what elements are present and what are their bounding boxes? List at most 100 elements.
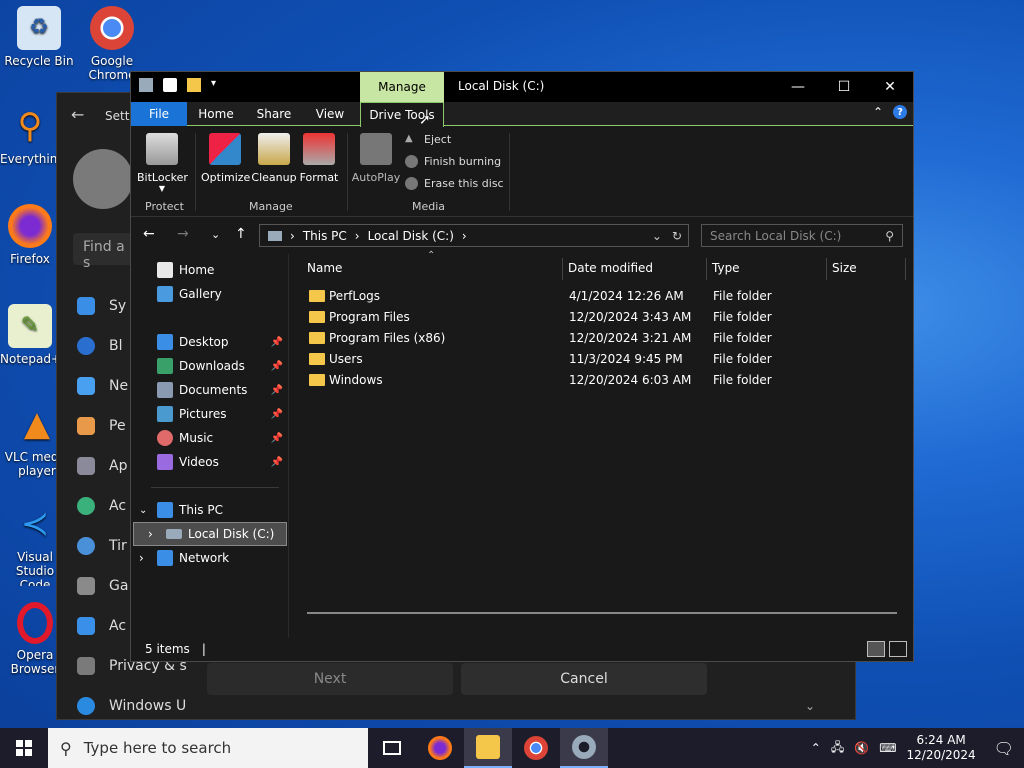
- taskbar-settings[interactable]: [560, 728, 608, 768]
- refresh-icon[interactable]: ↻: [672, 229, 682, 243]
- notifications-icon[interactable]: 🗨: [994, 739, 1014, 758]
- minimize-button[interactable]: —: [775, 72, 821, 102]
- firefox-desktop-icon[interactable]: Firefox: [0, 204, 60, 266]
- taskbar-firefox[interactable]: [416, 728, 464, 768]
- column-header-type[interactable]: Type: [712, 254, 740, 282]
- new-folder-icon[interactable]: [187, 78, 201, 92]
- nav-network[interactable]: › Network: [131, 546, 287, 570]
- chevron-up-icon[interactable]: ⌃: [811, 741, 821, 755]
- table-row[interactable]: Program Files (x86) 12/20/2024 3:21 AM F…: [303, 328, 903, 349]
- settings-nav-accessibility[interactable]: Ac: [77, 611, 126, 641]
- clock[interactable]: 6:24 AM 12/20/2024: [907, 733, 976, 763]
- settings-nav-accounts[interactable]: Ac: [77, 491, 126, 521]
- table-row[interactable]: Windows 12/20/2024 6:03 AM File folder: [303, 370, 903, 391]
- nav-this-pc[interactable]: ⌄ This PC: [131, 498, 287, 522]
- nav-gallery[interactable]: Gallery: [131, 282, 287, 306]
- tab-view[interactable]: View: [307, 102, 353, 126]
- nav-music[interactable]: Music 📌: [131, 426, 287, 450]
- everything-desktop-icon[interactable]: ⚲ Everything: [0, 104, 60, 166]
- nav-pictures[interactable]: Pictures 📌: [131, 402, 287, 426]
- volume-muted-icon[interactable]: 🔇: [854, 741, 869, 755]
- eject-button[interactable]: ▲ Eject: [405, 133, 451, 146]
- settings-nav-gaming[interactable]: Ga: [77, 571, 128, 601]
- tab-home[interactable]: Home: [191, 102, 241, 126]
- settings-nav-time[interactable]: Tir: [77, 531, 127, 561]
- erase-disc-button[interactable]: Erase this disc: [405, 177, 504, 190]
- up-arrow-icon[interactable]: ↑: [235, 226, 247, 242]
- customize-dropdown-icon[interactable]: ▾: [211, 78, 219, 92]
- table-row[interactable]: PerfLogs 4/1/2024 12:26 AM File folder: [303, 286, 903, 307]
- breadcrumb-local-disk[interactable]: Local Disk (C:): [368, 229, 454, 243]
- settings-nav-bluetooth[interactable]: Bl: [77, 331, 123, 361]
- address-dropdown-icon[interactable]: ⌄: [652, 229, 662, 243]
- tab-drive-tools[interactable]: Drive Tools: [360, 102, 444, 127]
- nav-videos[interactable]: Videos 📌: [131, 450, 287, 474]
- sort-ascending-icon: ⌃: [427, 250, 436, 261]
- maximize-button[interactable]: ☐: [821, 72, 867, 102]
- bitlocker-button[interactable]: BitLocker ▼: [137, 133, 188, 193]
- settings-nav-personalization[interactable]: Pe: [77, 411, 126, 441]
- collapsed-chevron-icon[interactable]: ›: [139, 551, 157, 565]
- optimize-button[interactable]: Optimize: [201, 133, 250, 184]
- column-header-name[interactable]: Name: [307, 254, 342, 282]
- address-bar[interactable]: › This PC › Local Disk (C:) › ⌄ ↻: [259, 224, 689, 247]
- pin-icon[interactable]: 📌: [271, 457, 283, 468]
- pin-icon[interactable]: 📌: [271, 361, 283, 372]
- shield-icon: [77, 657, 95, 675]
- expanded-chevron-icon[interactable]: ⌄: [139, 505, 157, 516]
- chevron-down-icon[interactable]: ⌄: [805, 699, 815, 713]
- cleanup-button[interactable]: Cleanup: [251, 133, 297, 184]
- table-row[interactable]: Users 11/3/2024 9:45 PM File folder: [303, 349, 903, 370]
- start-button[interactable]: [0, 728, 48, 768]
- recycle-bin-desktop-icon[interactable]: ♻ Recycle Bin: [4, 6, 74, 68]
- pin-icon[interactable]: 📌: [271, 409, 283, 420]
- title-bar[interactable]: ▾ Manage Local Disk (C:) — ☐ ✕: [131, 72, 913, 102]
- back-arrow-icon[interactable]: ←: [71, 105, 84, 124]
- help-icon[interactable]: ?: [893, 105, 907, 119]
- settings-nav-system[interactable]: Sy: [77, 291, 126, 321]
- taskbar-file-explorer[interactable]: [464, 728, 512, 768]
- taskbar-chrome[interactable]: [512, 728, 560, 768]
- settings-nav-network[interactable]: Ne: [77, 371, 128, 401]
- notepadpp-desktop-icon[interactable]: ✎ Notepad++: [0, 304, 60, 366]
- cancel-button[interactable]: Cancel: [461, 663, 707, 695]
- details-view-button[interactable]: [867, 641, 885, 657]
- close-button[interactable]: ✕: [867, 72, 913, 102]
- network-icon[interactable]: 🖧: [831, 738, 844, 759]
- settings-nav-apps[interactable]: Ap: [77, 451, 127, 481]
- nav-documents[interactable]: Documents 📌: [131, 378, 287, 402]
- tab-file[interactable]: File: [131, 102, 187, 126]
- nav-desktop[interactable]: Desktop 📌: [131, 330, 287, 354]
- pin-icon[interactable]: 📌: [271, 385, 283, 396]
- next-button[interactable]: Next: [207, 663, 453, 695]
- pin-icon[interactable]: 📌: [271, 433, 283, 444]
- nav-home[interactable]: Home: [131, 258, 287, 282]
- forward-arrow-icon[interactable]: →: [177, 226, 189, 242]
- keyboard-icon[interactable]: ⌨: [879, 741, 896, 755]
- pin-icon[interactable]: 📌: [271, 337, 283, 348]
- collapsed-chevron-icon[interactable]: ›: [148, 527, 166, 541]
- format-button[interactable]: Format: [299, 133, 339, 184]
- nav-downloads[interactable]: Downloads 📌: [131, 354, 287, 378]
- horizontal-scrollbar[interactable]: [307, 612, 897, 614]
- bitlocker-icon: [146, 133, 178, 165]
- tab-share[interactable]: Share: [249, 102, 299, 126]
- recent-locations-chevron-icon[interactable]: ⌄: [211, 228, 220, 241]
- large-icons-view-button[interactable]: [889, 641, 907, 657]
- settings-nav-windows-update[interactable]: Windows U: [77, 691, 186, 721]
- taskbar-search-input[interactable]: ⚲ Type here to search: [48, 728, 368, 768]
- firefox-icon: [428, 736, 452, 760]
- column-header-size[interactable]: Size: [832, 254, 857, 282]
- properties-icon[interactable]: [163, 78, 177, 92]
- task-view-button[interactable]: [368, 728, 416, 768]
- nav-local-disk[interactable]: › Local Disk (C:): [133, 522, 287, 546]
- collapse-ribbon-icon[interactable]: ⌃: [873, 105, 883, 119]
- disc-icon: [405, 155, 418, 168]
- breadcrumb-this-pc[interactable]: This PC: [303, 229, 347, 243]
- autoplay-button[interactable]: AutoPlay: [351, 133, 401, 184]
- search-input[interactable]: Search Local Disk (C:) ⚲: [701, 224, 903, 247]
- finish-burning-button[interactable]: Finish burning: [405, 155, 501, 168]
- column-header-date-modified[interactable]: Date modified: [568, 254, 653, 282]
- back-arrow-icon[interactable]: ←: [143, 226, 155, 242]
- table-row[interactable]: Program Files 12/20/2024 3:43 AM File fo…: [303, 307, 903, 328]
